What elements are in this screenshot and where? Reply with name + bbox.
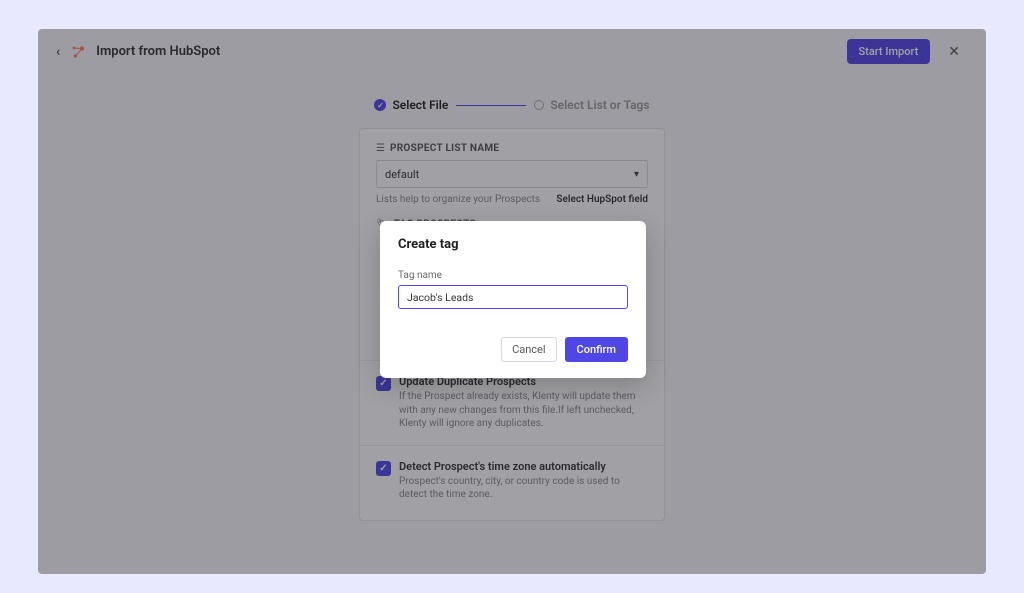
create-tag-modal: Create tag Tag name Cancel Confirm: [380, 221, 646, 378]
tag-name-label: Tag name: [398, 270, 628, 281]
modal-title: Create tag: [398, 237, 628, 252]
cancel-button[interactable]: Cancel: [501, 337, 556, 362]
confirm-button[interactable]: Confirm: [565, 337, 628, 362]
tag-name-input[interactable]: [398, 285, 628, 309]
